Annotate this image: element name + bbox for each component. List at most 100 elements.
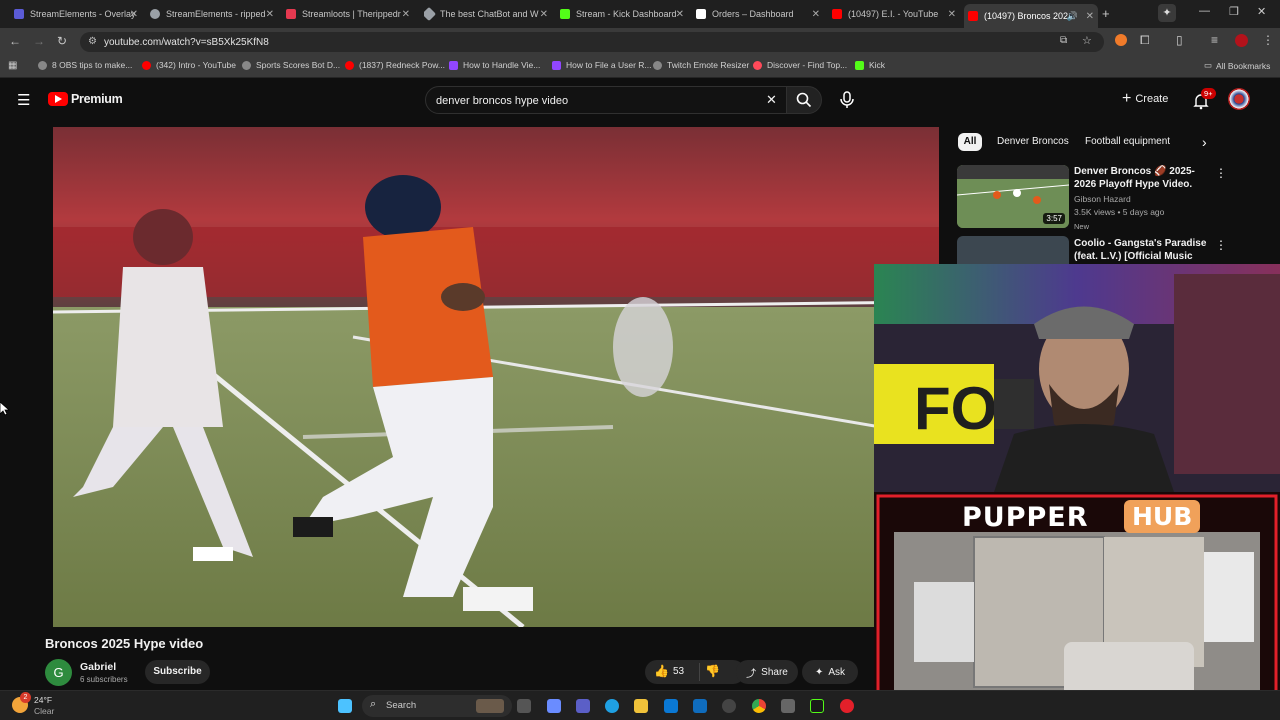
voice-search-button[interactable] xyxy=(836,88,858,110)
globe-icon xyxy=(653,60,662,70)
bookmark-kick[interactable]: Kick xyxy=(855,60,885,70)
edge-icon[interactable] xyxy=(605,699,619,713)
tab-streamelements-overlay[interactable]: StreamElements - Overlay ✕ xyxy=(14,4,142,24)
bookmark-discover[interactable]: Discover - Find Top... xyxy=(753,60,847,70)
share-button[interactable]: ⤴ Share xyxy=(736,660,798,684)
forward-arrow-icon[interactable]: → xyxy=(33,34,45,48)
taskbar-search[interactable]: ⌕ Search xyxy=(362,695,512,717)
side-panel-icon[interactable]: ▯ xyxy=(1176,33,1183,47)
extensions-puzzle-icon[interactable]: ⧠ xyxy=(1140,33,1150,48)
tab-chatbot[interactable]: The best ChatBot and W ✕ xyxy=(424,4,552,24)
windows-start-icon[interactable] xyxy=(338,699,352,713)
weather-widget[interactable]: 2 24°F Clear xyxy=(12,692,92,718)
weather-alert-badge: 2 xyxy=(20,692,31,703)
bookmark-redneck-power[interactable]: (1837) Redneck Pow... xyxy=(345,60,445,70)
recommendation-info[interactable]: Denver Broncos 🏈 2025-2026 Playoff Hype … xyxy=(1074,165,1214,233)
reload-icon[interactable]: ↻ xyxy=(57,34,67,48)
media-control-icon[interactable]: ≡ xyxy=(1211,33,1218,47)
copilot-icon[interactable] xyxy=(547,699,561,713)
tab-orders-dashboard[interactable]: Orders – Dashboard ✕ xyxy=(696,4,824,24)
browser-menu-icon[interactable]: ⋮ xyxy=(1262,33,1274,47)
bookmark-emote-resizer[interactable]: Twitch Emote Resizer xyxy=(653,60,749,70)
chips-next-chevron-icon[interactable]: › xyxy=(1202,134,1207,150)
back-arrow-icon[interactable]: ← xyxy=(9,34,21,48)
file-explorer-icon[interactable] xyxy=(634,699,648,713)
search-highlight-icon xyxy=(476,699,504,713)
kick-app-icon[interactable] xyxy=(810,699,824,713)
recommendation-thumbnail[interactable]: 3:57 xyxy=(957,165,1069,228)
close-tab-icon[interactable]: ✕ xyxy=(540,9,548,20)
clear-search-icon[interactable]: ✕ xyxy=(766,92,777,108)
create-button[interactable]: + Create xyxy=(1122,90,1168,108)
close-window-icon[interactable]: ✕ xyxy=(1257,5,1266,18)
mouse-cursor-icon xyxy=(0,402,10,416)
chip-denver-broncos[interactable]: Denver Broncos xyxy=(997,133,1069,151)
all-bookmarks-button[interactable]: ▭ All Bookmarks xyxy=(1204,60,1270,71)
chip-all[interactable]: All xyxy=(958,133,982,151)
channel-name[interactable]: Gabriel xyxy=(80,661,116,673)
teams-icon[interactable] xyxy=(576,699,590,713)
close-tab-icon[interactable]: ✕ xyxy=(676,9,684,20)
search-input[interactable]: denver broncos hype video ✕ xyxy=(425,86,787,114)
search-button[interactable] xyxy=(786,86,822,114)
tab-youtube-ei[interactable]: (10497) E.I. - YouTube ✕ xyxy=(832,4,960,24)
all-bookmarks-label: All Bookmarks xyxy=(1216,60,1271,71)
browser-toolbar: ← → ↻ ⚙ youtube.com/watch?v=sB5Xk25KfN8 … xyxy=(0,28,1280,56)
store-icon[interactable] xyxy=(664,699,678,713)
ai-sparkle-icon[interactable]: ✦ xyxy=(1158,4,1176,22)
tab-streamloots[interactable]: Streamloots | Therippedr ✕ xyxy=(286,4,414,24)
profile-avatar[interactable] xyxy=(1235,34,1248,47)
thumbs-up-icon[interactable]: 👍 xyxy=(654,664,669,678)
bookmark-obs-tips[interactable]: 8 OBS tips to make... xyxy=(38,60,132,70)
youtube-header: ☰ Premium denver broncos hype video ✕ + … xyxy=(0,80,1280,120)
tab-kick-dashboard[interactable]: Stream - Kick Dashboard ✕ xyxy=(560,4,688,24)
new-tab-icon[interactable]: + xyxy=(1102,6,1110,21)
close-tab-icon[interactable]: ✕ xyxy=(130,9,138,20)
thumbs-down-icon[interactable]: 👎 xyxy=(705,664,720,678)
bookmark-file-user-report[interactable]: How to File a User R... xyxy=(552,60,652,70)
streaming-app-icon[interactable] xyxy=(840,699,854,713)
video-title: Broncos 2025 Hype video xyxy=(45,636,204,651)
tab-youtube-broncos[interactable]: (10497) Broncos 202 🔊 ✕ xyxy=(964,4,1098,28)
subscribe-button[interactable]: Subscribe xyxy=(145,660,210,684)
youtube-premium-logo[interactable]: Premium xyxy=(48,92,123,106)
close-tab-icon[interactable]: ✕ xyxy=(812,9,820,20)
app-icon[interactable] xyxy=(781,699,795,713)
more-options-icon[interactable]: ⋮ xyxy=(1215,166,1227,180)
close-tab-icon[interactable]: ✕ xyxy=(402,9,410,20)
bookmark-star-icon[interactable]: ☆ xyxy=(1082,34,1092,47)
site-info-icon[interactable]: ⚙ xyxy=(88,36,97,47)
video-player[interactable] xyxy=(53,127,939,627)
speaker-icon[interactable]: 🔊 xyxy=(1067,11,1078,22)
like-dislike-group: 👍 53 👎 xyxy=(645,660,745,684)
hub-title-word: PUPPER xyxy=(962,502,1089,533)
account-avatar[interactable] xyxy=(1228,88,1250,110)
extension-icon[interactable] xyxy=(1115,34,1127,46)
more-options-icon[interactable]: ⋮ xyxy=(1215,238,1227,252)
bookmark-handle-viewers[interactable]: How to Handle Vie... xyxy=(449,60,540,70)
close-tab-icon[interactable]: ✕ xyxy=(266,9,274,20)
install-app-icon[interactable]: ⧉ xyxy=(1060,35,1067,46)
youtube-icon xyxy=(142,60,151,70)
chrome-icon[interactable] xyxy=(752,699,766,713)
recommendation-thumbnail[interactable] xyxy=(957,236,1069,264)
channel-avatar[interactable]: G xyxy=(45,659,72,686)
menu-hamburger-icon[interactable]: ☰ xyxy=(17,91,30,109)
chip-football-equipment[interactable]: Football equipment xyxy=(1085,133,1170,151)
address-bar[interactable]: ⚙ youtube.com/watch?v=sB5Xk25KfN8 ⧉ ☆ xyxy=(80,32,1104,52)
task-view-icon[interactable] xyxy=(517,699,531,713)
outlook-icon[interactable] xyxy=(693,699,707,713)
close-tab-icon[interactable]: ✕ xyxy=(948,9,956,20)
bookmark-intro-youtube[interactable]: (342) Intro - YouTube xyxy=(142,60,236,70)
bookmark-sports-scores[interactable]: Sports Scores Bot D... xyxy=(242,60,340,70)
close-tab-icon[interactable]: ✕ xyxy=(1086,11,1094,22)
restore-icon[interactable]: ❐ xyxy=(1229,5,1239,18)
notifications-button[interactable]: 9+ xyxy=(1192,88,1216,110)
minimize-icon[interactable]: — xyxy=(1199,5,1210,17)
apps-grid-icon[interactable]: ▦ xyxy=(8,60,17,71)
obs-icon[interactable] xyxy=(722,699,736,713)
ask-button[interactable]: ✦ Ask xyxy=(802,660,858,684)
tab-title: (10497) Broncos 202 xyxy=(984,11,1069,21)
like-count[interactable]: 53 xyxy=(673,666,684,677)
tab-streamelements-ripped[interactable]: StreamElements - ripped ✕ xyxy=(150,4,278,24)
